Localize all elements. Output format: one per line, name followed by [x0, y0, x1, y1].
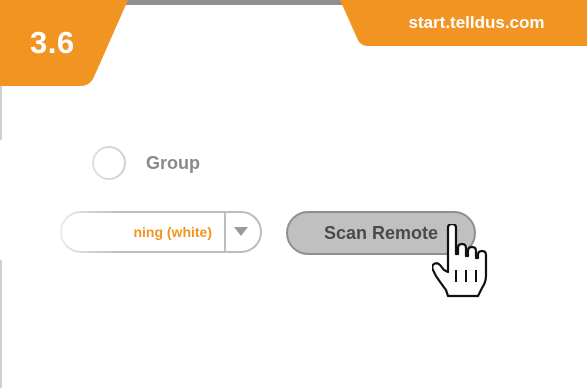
dropdown-divider [224, 213, 226, 251]
step-tab-shape [0, 0, 128, 86]
frame-left-border [0, 80, 2, 388]
radio-circle-icon[interactable] [92, 146, 126, 180]
device-type-dropdown[interactable]: ning (white) [60, 211, 262, 253]
device-type-value: ning (white) [133, 224, 212, 240]
url-tab: start.telldus.com [340, 0, 587, 46]
step-number: 3.6 [30, 25, 75, 60]
step-tab: 3.6 [0, 0, 150, 90]
hand-pointer-icon [432, 224, 488, 298]
chevron-down-icon[interactable] [234, 227, 248, 237]
group-label: Group [146, 153, 200, 173]
url-label: start.telldus.com [408, 13, 545, 32]
